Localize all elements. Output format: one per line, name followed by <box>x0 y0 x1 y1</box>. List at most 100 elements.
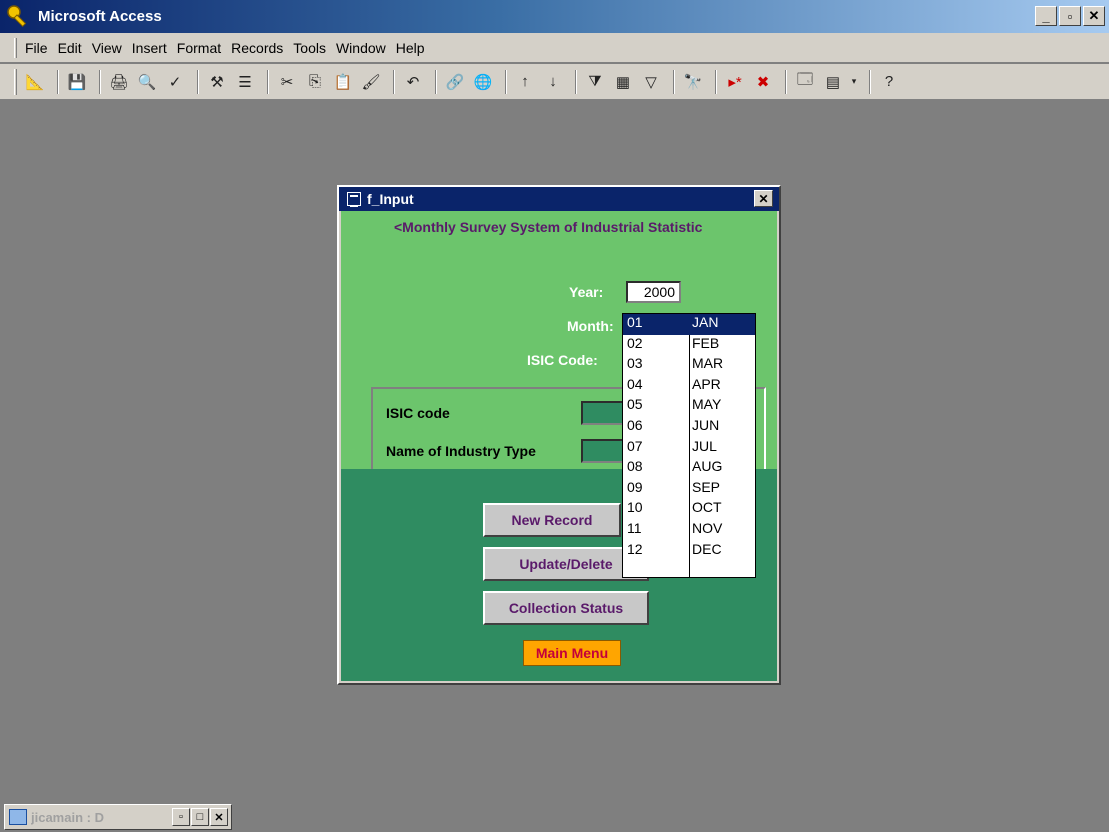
month-option-abbr: APR <box>692 375 721 392</box>
toolbar-separator <box>505 69 507 94</box>
toolbar: 📐 💾 🖨 🔍 ✓ ⚒ ☰ ✂ ⎘ 📋 🖌 ↶ 🔗 🌐 ↑ ↓ ⧩ ▦ ▽ 🔭 … <box>0 64 1109 100</box>
toolbar-separator <box>575 69 577 94</box>
year-field[interactable]: 2000 <box>626 281 681 303</box>
month-option[interactable]: 11 NOV <box>623 520 755 541</box>
filter-by-form-icon[interactable]: ▦ <box>611 70 635 94</box>
new-record-icon[interactable]: ▸* <box>723 70 747 94</box>
month-option-abbr: DEC <box>692 540 722 557</box>
web-icon[interactable]: 🌐 <box>471 70 495 94</box>
menu-insert[interactable]: Insert <box>132 40 167 56</box>
menu-records[interactable]: Records <box>231 40 283 56</box>
toolbar-separator <box>57 69 59 94</box>
month-option-number: 08 <box>627 458 643 475</box>
app-title-bar: Microsoft Access _ ▫ ✕ <box>0 0 1109 33</box>
collection-status-button[interactable]: Collection Status <box>483 591 649 625</box>
industry-type-label: Name of Industry Type <box>386 443 536 459</box>
form-close-button[interactable]: ✕ <box>754 190 773 207</box>
month-label: Month: <box>567 318 614 334</box>
year-label: Year: <box>569 284 604 300</box>
month-option-abbr: AUG <box>692 458 723 475</box>
month-option-abbr: FEB <box>692 334 720 351</box>
help-icon[interactable]: ? <box>877 70 901 94</box>
frame-isic-code-label: ISIC code <box>386 405 450 421</box>
paste-icon[interactable]: 📋 <box>331 70 355 94</box>
close-button[interactable]: ✕ <box>1083 6 1105 26</box>
main-menu-button[interactable]: Main Menu <box>523 640 621 666</box>
menu-file[interactable]: File <box>25 40 48 56</box>
month-option[interactable]: 05 MAY <box>623 396 755 417</box>
month-option[interactable]: 06 JUN <box>623 417 755 438</box>
sort-descending-icon[interactable]: ↓ <box>541 70 565 94</box>
database-window-icon[interactable]: 🗔 <box>793 70 817 94</box>
print-preview-icon[interactable]: 🔍 <box>135 70 159 94</box>
month-option-abbr: MAY <box>692 396 722 413</box>
month-option-number: 07 <box>627 437 643 454</box>
maximize-button[interactable]: □ <box>191 808 209 826</box>
toolbar-separator <box>869 69 871 94</box>
month-option-abbr: NOV <box>692 520 723 536</box>
month-option-number: 01 <box>627 314 643 330</box>
form-title: f_Input <box>367 191 414 207</box>
toolbar-separator <box>435 69 437 94</box>
database-window-icon <box>9 809 27 825</box>
menu-view[interactable]: View <box>92 40 122 56</box>
toolbar-separator <box>267 69 269 94</box>
toolbar-separator <box>673 69 675 94</box>
format-painter-icon[interactable]: ⚒ <box>205 70 229 94</box>
month-option-abbr: SEP <box>692 478 721 495</box>
month-option[interactable]: 02 FEB <box>623 335 755 356</box>
delete-record-icon[interactable]: ✖ <box>751 70 775 94</box>
toolbar-separator <box>785 69 787 94</box>
close-button[interactable]: ✕ <box>210 808 228 826</box>
menu-window[interactable]: Window <box>336 40 386 56</box>
sort-ascending-icon[interactable]: ↑ <box>513 70 537 94</box>
month-option-number: 09 <box>627 478 643 495</box>
month-option[interactable]: 03 MAR <box>623 355 755 376</box>
cut-icon[interactable]: ✂ <box>275 70 299 94</box>
toolbar-separator <box>99 69 101 94</box>
restore-button[interactable]: ▫ <box>1059 6 1081 26</box>
dropdown-arrow-icon[interactable]: ▾ <box>849 70 859 94</box>
month-option[interactable]: 09 SEP <box>623 479 755 500</box>
month-option-number: 02 <box>627 334 643 351</box>
menu-tools[interactable]: Tools <box>293 40 326 56</box>
menu-bar: File Edit View Insert Format Records Too… <box>0 33 1109 63</box>
toolbar-grip <box>14 68 17 95</box>
restore-button[interactable]: ▫ <box>172 808 190 826</box>
toolbar-separator <box>197 69 199 94</box>
month-option-number: 03 <box>627 355 643 372</box>
undo-icon[interactable]: ↶ <box>401 70 425 94</box>
month-option-number: 11 <box>627 520 642 536</box>
copy-icon[interactable]: ⎘ <box>303 70 327 94</box>
minimize-button[interactable]: _ <box>1035 6 1057 26</box>
office-links-icon[interactable]: ☰ <box>233 70 257 94</box>
month-option[interactable]: 04 APR <box>623 376 755 397</box>
new-object-icon[interactable]: ▤ <box>821 70 845 94</box>
menu-help[interactable]: Help <box>396 40 425 56</box>
menu-format[interactable]: Format <box>177 40 221 56</box>
month-option[interactable]: 10 OCT <box>623 499 755 520</box>
month-option-number: 04 <box>627 375 643 392</box>
apply-filter-icon[interactable]: ▽ <box>639 70 663 94</box>
format-painter-brush-icon[interactable]: 🖌 <box>359 70 383 94</box>
month-option[interactable]: 07 JUL <box>623 438 755 459</box>
print-icon[interactable]: 🖨 <box>107 70 131 94</box>
spelling-icon[interactable]: ✓ <box>163 70 187 94</box>
insert-hyperlink-icon[interactable]: 🔗 <box>443 70 467 94</box>
save-icon[interactable]: 💾 <box>65 70 89 94</box>
month-option-number: 12 <box>627 540 643 557</box>
month-option[interactable]: 08 AUG <box>623 458 755 479</box>
month-option[interactable]: 01 JAN <box>623 314 755 335</box>
toolbar-separator <box>393 69 395 94</box>
minimized-database-window[interactable]: jicamain : D ▫ □ ✕ <box>4 804 232 830</box>
month-option-abbr: JAN <box>692 314 719 330</box>
app-title: Microsoft Access <box>38 8 162 25</box>
month-option[interactable]: 12 DEC <box>623 541 755 562</box>
filter-by-selection-icon[interactable]: ⧩ <box>583 70 607 94</box>
menu-edit[interactable]: Edit <box>58 40 82 56</box>
new-record-button[interactable]: New Record <box>483 503 621 537</box>
month-dropdown-list[interactable]: 01 JAN 02 FEB 03 MAR 04 APR 05 MAY 06 JUN 07 JU… <box>622 313 756 578</box>
toolbar-separator <box>715 69 717 94</box>
find-icon[interactable]: 🔭 <box>681 70 705 94</box>
design-view-icon[interactable]: 📐 <box>23 70 47 94</box>
